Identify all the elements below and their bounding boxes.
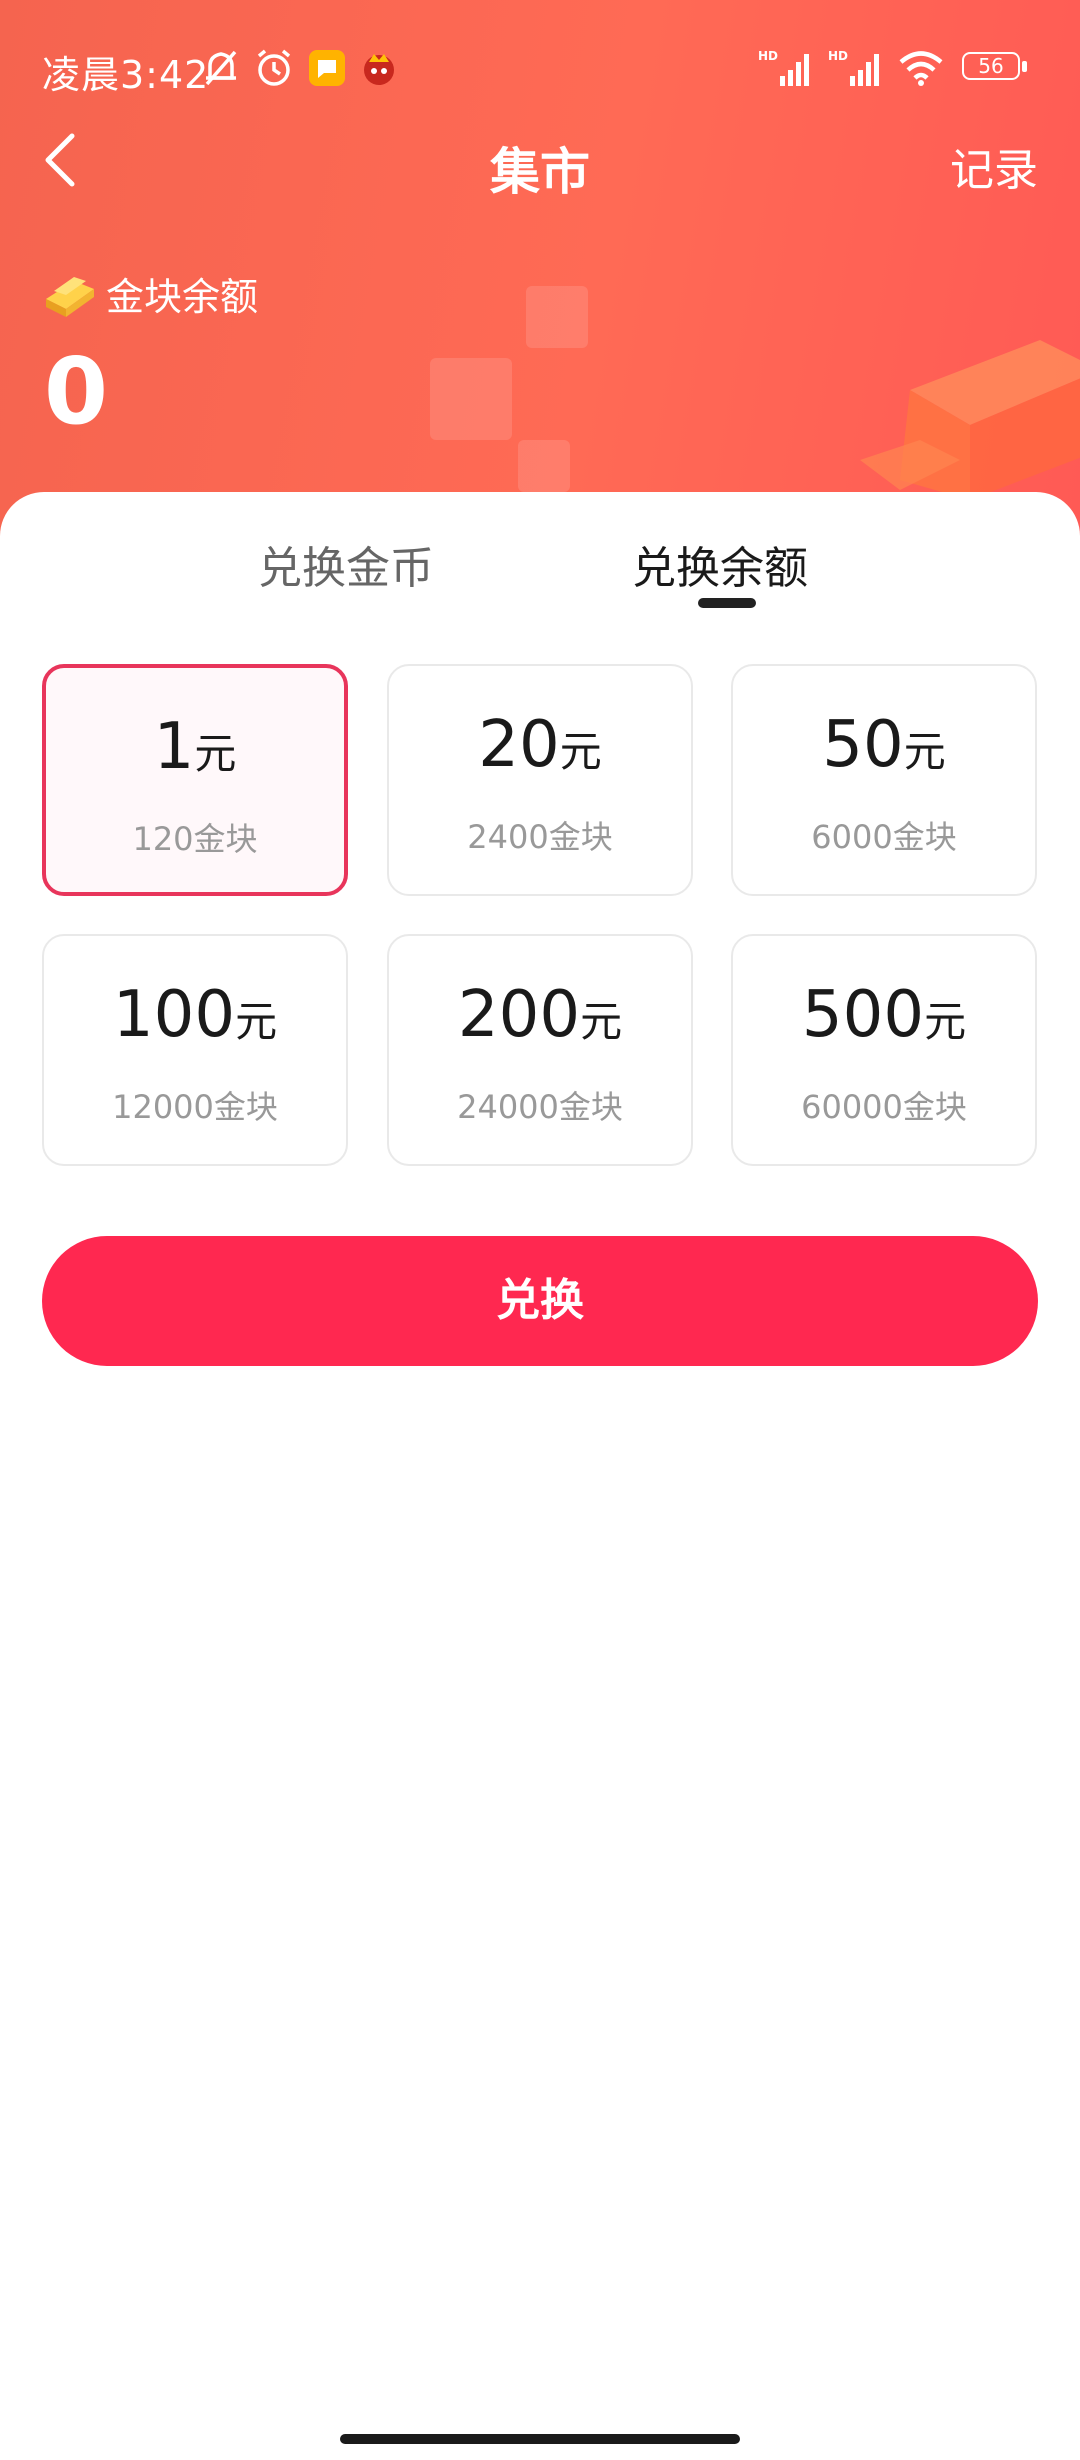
- hd-signal-icon: HD: [758, 49, 809, 86]
- page-title: 集市: [490, 143, 590, 201]
- option-amount: 200: [457, 978, 581, 1052]
- option-card-20[interactable]: 20元 2400金块: [387, 664, 693, 896]
- battery-level: 56: [978, 54, 1004, 78]
- option-cost: 120金块: [132, 820, 258, 858]
- gold-bar-icon: [46, 276, 94, 317]
- option-unit: 元: [924, 997, 967, 1046]
- header-banner: 凌晨3:42 HD HD 56 集市 记录 金块余额 0: [0, 0, 1080, 560]
- option-card-200[interactable]: 200元 24000金块: [387, 934, 693, 1166]
- option-amount: 500: [801, 978, 925, 1052]
- option-card-50[interactable]: 50元 6000金块: [731, 664, 1037, 896]
- option-card-100[interactable]: 100元 12000金块: [42, 934, 348, 1166]
- option-cost: 60000金块: [801, 1088, 967, 1126]
- hd-signal-icon: HD: [828, 49, 879, 86]
- option-amount: 1: [153, 710, 195, 784]
- nav-bar: 集市 记录: [0, 110, 1080, 210]
- balance-label: 金块余额: [106, 275, 259, 319]
- balance-label-row: 金块余额: [40, 266, 258, 321]
- option-cost: 24000金块: [457, 1088, 623, 1126]
- decor-square: [518, 440, 570, 492]
- exchange-button[interactable]: 兑换: [42, 1236, 1038, 1366]
- option-unit: 元: [235, 997, 278, 1046]
- svg-text:HD: HD: [758, 49, 778, 63]
- tab-exchange-coins[interactable]: 兑换金币: [258, 532, 434, 596]
- tab-exchange-balance[interactable]: 兑换余额: [632, 532, 808, 596]
- option-cost: 12000金块: [112, 1088, 278, 1126]
- status-icons-right: HD HD 56: [758, 46, 1030, 90]
- option-card-500[interactable]: 500元 60000金块: [731, 934, 1037, 1166]
- app-notification-icon: [364, 54, 394, 85]
- option-card-1[interactable]: 1元 120金块: [42, 664, 348, 896]
- battery-icon: 56: [962, 52, 1030, 84]
- message-app-icon: [309, 50, 345, 86]
- status-time: 凌晨3:42: [42, 53, 210, 97]
- option-amount: 50: [822, 708, 904, 782]
- option-unit: 元: [194, 729, 237, 778]
- option-amount: 100: [112, 978, 236, 1052]
- option-cost: 2400金块: [467, 818, 613, 856]
- decor-square: [526, 286, 588, 348]
- option-unit: 元: [903, 727, 946, 776]
- option-unit: 元: [580, 997, 623, 1046]
- alarm-icon: [257, 49, 291, 86]
- balance-value: 0: [44, 338, 109, 445]
- decor-square: [430, 358, 512, 440]
- record-link[interactable]: 记录: [950, 134, 1038, 198]
- gold-bar-decoration-icon: [860, 340, 1080, 500]
- svg-text:HD: HD: [828, 49, 848, 63]
- wifi-icon: [899, 51, 943, 86]
- option-amount: 20: [478, 708, 560, 782]
- tab-active-indicator: [698, 598, 756, 608]
- status-icons-left: [202, 46, 398, 90]
- home-indicator[interactable]: [340, 2434, 740, 2444]
- exchange-card: 兑换金币 兑换余额 1元 120金块 20元 2400金块 50元 6000金块…: [0, 492, 1080, 2460]
- mute-bell-icon: [205, 50, 237, 86]
- option-cost: 6000金块: [811, 818, 957, 856]
- option-unit: 元: [559, 727, 602, 776]
